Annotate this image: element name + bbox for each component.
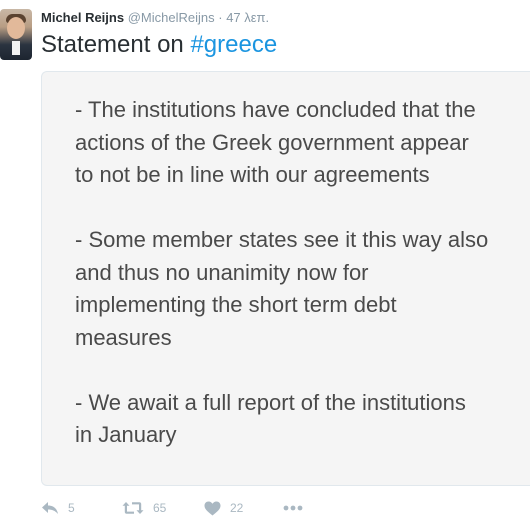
- reply-count: 5: [68, 501, 75, 515]
- statement-text: - The institutions have concluded that t…: [75, 94, 527, 452]
- reply-icon: [41, 501, 59, 515]
- author-handle[interactable]: @MichelReijns: [128, 10, 215, 25]
- more-button[interactable]: [283, 497, 303, 519]
- statement-paragraph-3: - We await a full report of the institut…: [75, 389, 466, 448]
- author-name[interactable]: Michel Reijns: [41, 10, 124, 25]
- heart-icon: [204, 501, 221, 516]
- like-count: 22: [230, 501, 244, 515]
- avatar-collar: [12, 41, 20, 55]
- timestamp[interactable]: 47 λεπ.: [226, 10, 269, 25]
- avatar[interactable]: [0, 9, 32, 60]
- like-button[interactable]: 22: [204, 497, 243, 519]
- hashtag-link[interactable]: #greece: [190, 31, 277, 58]
- separator: ·: [218, 10, 223, 25]
- reply-button[interactable]: 5: [41, 497, 75, 519]
- tweet-text: Statement on #greece: [41, 30, 277, 60]
- tweet-text-main: Statement on: [41, 31, 184, 58]
- tweet-header: Michel Reijns @MichelReijns · 47 λεπ.: [41, 9, 269, 26]
- retweet-icon: [122, 501, 144, 515]
- avatar-face: [7, 17, 25, 39]
- statement-paragraph-2: - Some member states see it this way als…: [75, 227, 489, 350]
- retweet-button[interactable]: 65: [122, 497, 166, 519]
- retweet-count: 65: [153, 501, 167, 515]
- statement-paragraph-1: - The institutions have concluded that t…: [75, 97, 476, 187]
- statement-image[interactable]: - The institutions have concluded that t…: [41, 71, 530, 486]
- more-icon: [283, 505, 303, 511]
- tweet-actions: 5 65 22: [41, 497, 441, 519]
